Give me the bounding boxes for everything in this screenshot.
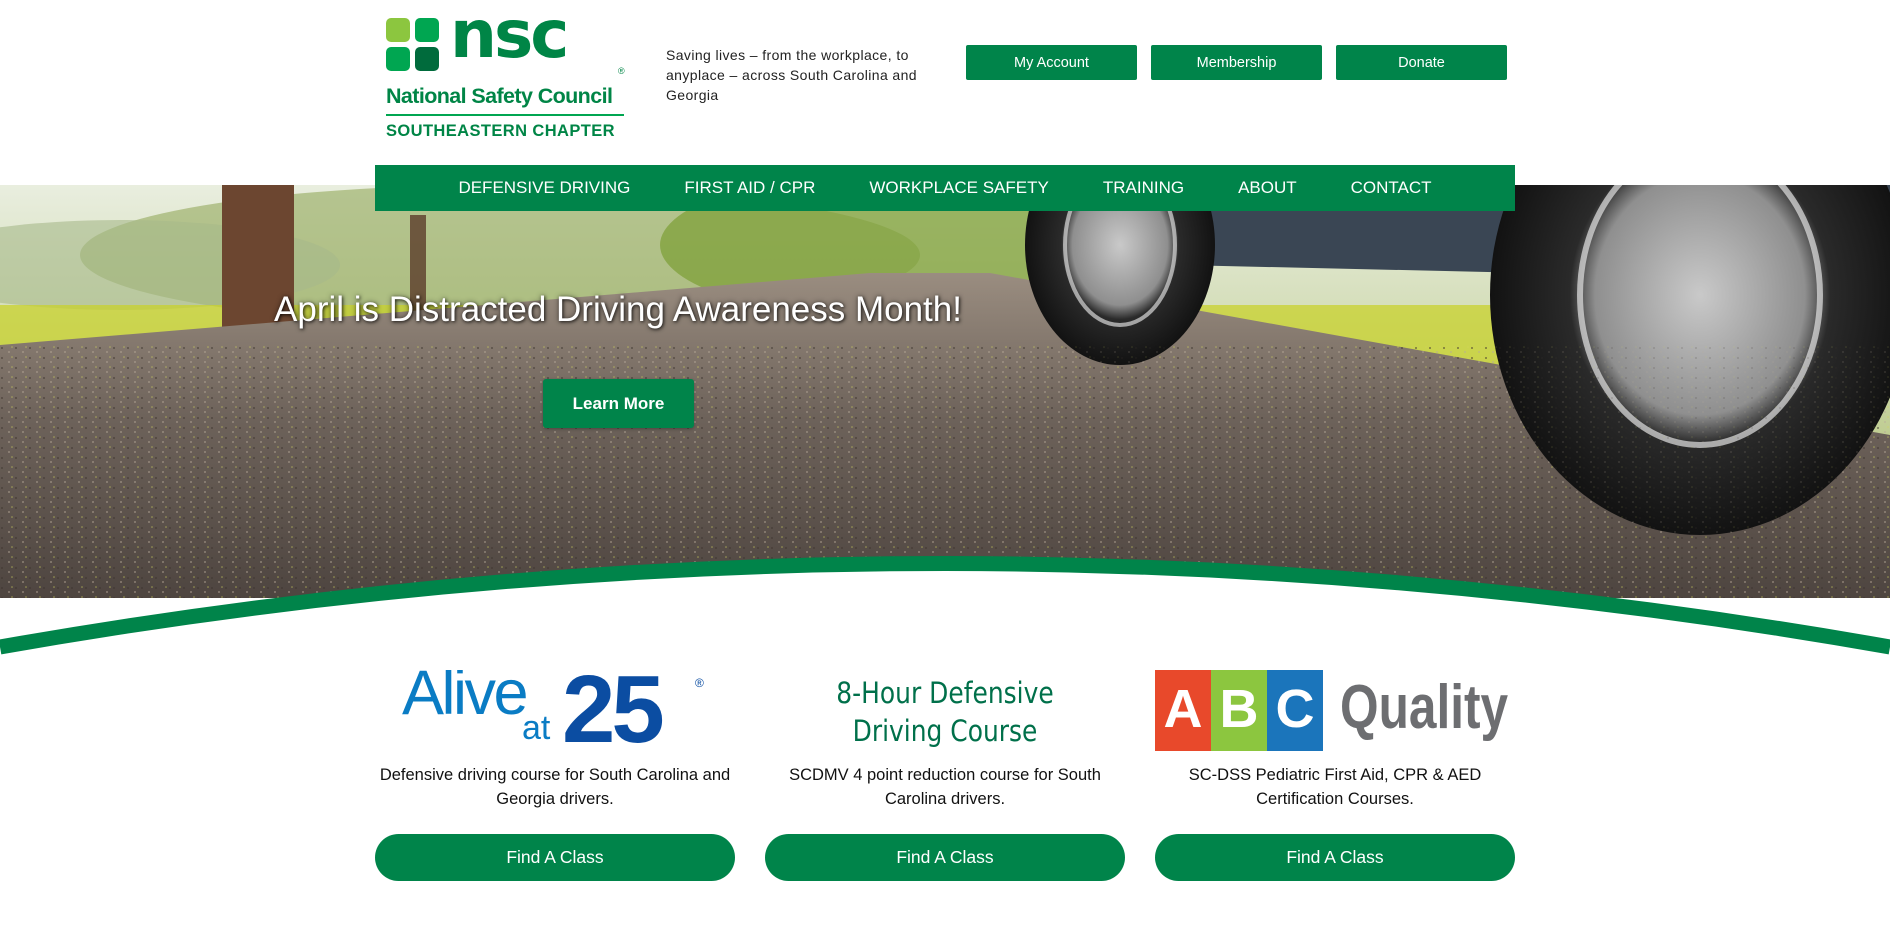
nav-item-contact[interactable]: CONTACT (1351, 178, 1432, 198)
logo-wordmark: nsc (450, 0, 569, 73)
main-nav: DEFENSIVE DRIVING FIRST AID / CPR WORKPL… (375, 165, 1515, 211)
my-account-button[interactable]: My Account (966, 45, 1137, 80)
hero-swoosh-divider (0, 556, 1890, 670)
learn-more-button[interactable]: Learn More (543, 379, 694, 428)
abc-quality-logo[interactable]: A B C Quality (1155, 660, 1515, 760)
alive-at-25-logo[interactable]: Alive at 25 ® (375, 660, 735, 760)
find-a-class-button[interactable]: Find A Class (375, 834, 735, 881)
abc-logo-a: A (1155, 667, 1211, 751)
logo-chapter-name: SOUTHEASTERN CHAPTER (386, 122, 615, 140)
nav-item-about[interactable]: ABOUT (1238, 178, 1297, 198)
alive-logo-number: 25 (562, 656, 665, 763)
logo-divider (386, 114, 624, 116)
logo-org-name: National Safety Council (386, 84, 613, 108)
header-tagline: Saving lives – from the workplace, to an… (666, 47, 917, 103)
nav-item-first-aid-cpr[interactable]: FIRST AID / CPR (684, 178, 815, 198)
logo-registered-mark: ® (618, 66, 625, 76)
course-description: SC-DSS Pediatric First Aid, CPR & AED Ce… (1188, 766, 1482, 808)
defensive-driving-logo[interactable]: 8-Hour Defensive Driving Course (765, 660, 1125, 760)
course-description: Defensive driving course for South Carol… (379, 766, 731, 808)
nav-item-defensive-driving[interactable]: DEFENSIVE DRIVING (458, 178, 630, 198)
abc-logo-b: B (1211, 667, 1267, 751)
eight-hour-logo-line2: Driving Course (852, 714, 1038, 748)
eight-hour-logo-text: 8-Hour Defensive Driving Course (790, 674, 1100, 750)
find-a-class-button[interactable]: Find A Class (1155, 834, 1515, 881)
eight-hour-logo-line1: 8-Hour Defensive (836, 676, 1054, 710)
nsc-cross-icon (386, 18, 444, 76)
abc-logo-quality: Quality (1340, 673, 1509, 742)
find-a-class-button[interactable]: Find A Class (765, 834, 1125, 881)
donate-button[interactable]: Donate (1336, 45, 1507, 80)
nav-item-workplace-safety[interactable]: WORKPLACE SAFETY (869, 178, 1048, 198)
abc-logo-c: C (1267, 667, 1323, 751)
alive-logo-registered: ® (695, 676, 704, 690)
nav-item-training[interactable]: TRAINING (1103, 178, 1184, 198)
alive-logo-at: at (522, 709, 551, 747)
hero-title: April is Distracted Driving Awareness Mo… (274, 290, 962, 329)
alive-logo-word: Alive (402, 658, 529, 728)
course-description: SCDMV 4 point reduction course for South… (789, 766, 1101, 808)
membership-button[interactable]: Membership (1151, 45, 1322, 80)
nsc-logo[interactable]: nsc ® National Safety Council SOUTHEASTE… (386, 2, 626, 142)
